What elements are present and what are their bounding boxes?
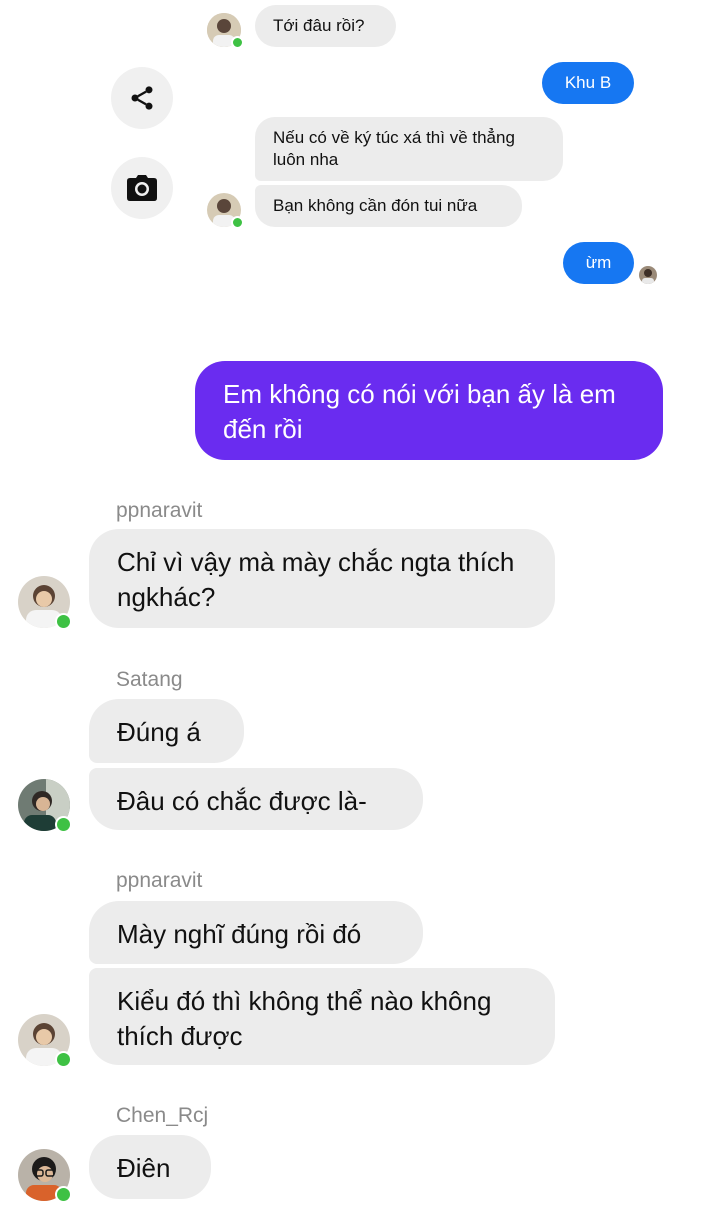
sender-name: Chen_Rcj xyxy=(116,1104,209,1127)
avatar xyxy=(18,1014,72,1068)
online-indicator xyxy=(55,613,72,630)
seen-avatar xyxy=(639,266,657,284)
message-bubble[interactable]: Nếu có về ký túc xá thì về thẳng luôn nh… xyxy=(255,117,563,181)
camera-button[interactable] xyxy=(111,157,173,219)
online-indicator xyxy=(55,1051,72,1068)
message-bubble[interactable]: Đúng á xyxy=(89,699,244,763)
message-bubble[interactable]: Bạn không cần đón tui nữa xyxy=(255,185,522,227)
online-indicator xyxy=(55,1186,72,1203)
share-button[interactable] xyxy=(111,67,173,129)
avatar xyxy=(18,1149,72,1203)
message-bubble[interactable]: Điên xyxy=(89,1135,211,1199)
avatar xyxy=(207,193,244,229)
message-bubble[interactable]: Chỉ vì vậy mà mày chắc ngta thích ngkhác… xyxy=(89,529,555,628)
avatar xyxy=(207,13,244,49)
message-bubble[interactable]: Tới đâu rồi? xyxy=(255,5,396,47)
message-bubble[interactable]: Kiểu đó thì không thể nào không thích đư… xyxy=(89,968,555,1065)
camera-icon xyxy=(127,175,157,201)
avatar xyxy=(18,779,72,833)
sender-name: ppnaravit xyxy=(116,499,203,522)
online-indicator xyxy=(55,816,72,833)
online-indicator xyxy=(231,36,244,49)
message-bubble[interactable]: Đâu có chắc được là- xyxy=(89,768,423,830)
message-bubble[interactable]: Em không có nói với bạn ấy là em đến rồi xyxy=(195,361,663,460)
share-icon xyxy=(131,86,153,110)
message-bubble[interactable]: Mày nghĩ đúng rồi đó xyxy=(89,901,423,964)
message-bubble[interactable]: ừm xyxy=(563,242,634,284)
avatar xyxy=(18,576,72,630)
sender-name: Satang xyxy=(116,668,183,691)
online-indicator xyxy=(231,216,244,229)
message-bubble[interactable]: Khu B xyxy=(542,62,634,104)
sender-name: ppnaravit xyxy=(116,869,203,892)
